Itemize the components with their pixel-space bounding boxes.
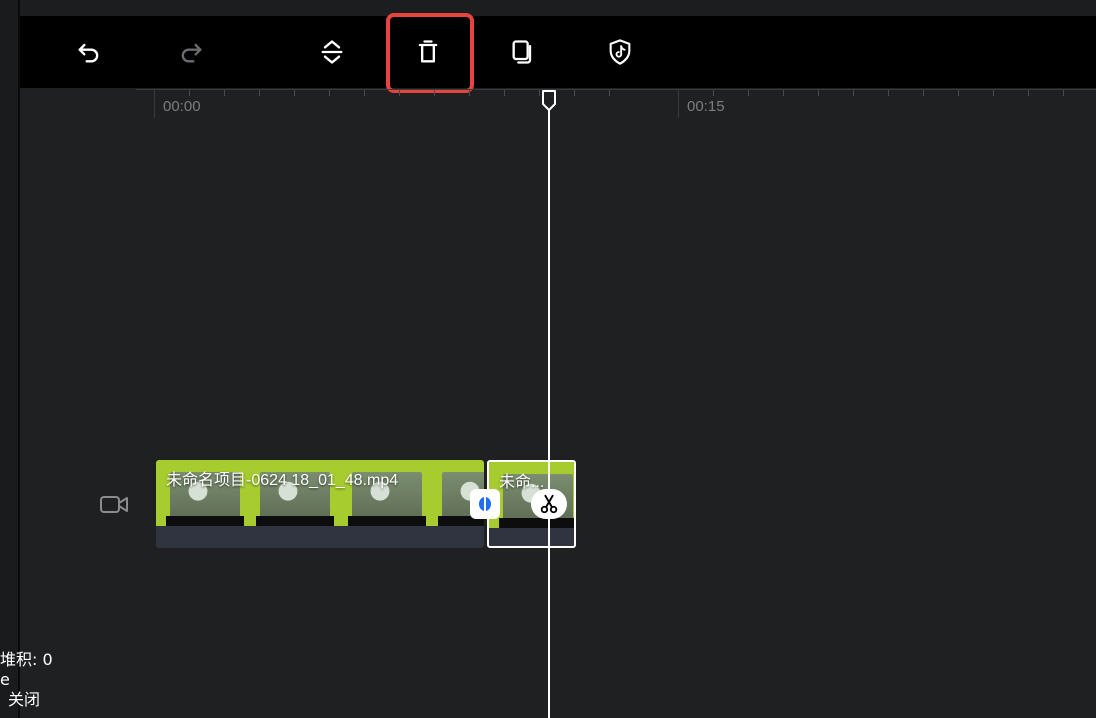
scissors-icon (540, 494, 558, 514)
ruler-tick (434, 90, 435, 96)
ruler-tick (399, 90, 400, 96)
split-button[interactable] (531, 489, 567, 519)
undo-button[interactable] (72, 35, 106, 69)
ruler-major-tick (678, 90, 679, 118)
clip-2-label: 未命... (499, 474, 545, 491)
playhead-handle[interactable] (541, 90, 557, 112)
debug-line-2: e (0, 670, 10, 689)
ruler-tick (574, 90, 575, 96)
ruler-tick (713, 90, 714, 96)
video-clip-1[interactable]: 未命名项目-0624 18_01_48.mp4 (156, 460, 484, 548)
debug-line-1: 堆积: 0 (0, 650, 53, 669)
ruler-baseline (136, 89, 1096, 90)
debug-overlay: 堆积: 0 e 关闭 (0, 650, 53, 710)
ruler-tick (539, 90, 540, 96)
ruler-major-tick (154, 90, 155, 118)
ruler-tick (958, 90, 959, 96)
tiktok-button[interactable] (603, 35, 637, 69)
playhead-line[interactable] (548, 90, 550, 718)
ruler-tick (853, 90, 854, 96)
top-strip (20, 0, 1096, 16)
expand-track-button[interactable] (315, 35, 349, 69)
ruler-label-start: 00:00 (163, 98, 201, 115)
video-camera-icon (100, 496, 128, 513)
expand-collapse-icon (321, 40, 343, 64)
tiktok-shield-icon (609, 39, 631, 65)
clip-1-label: 未命名项目-0624 18_01_48.mp4 (166, 472, 399, 489)
copy-icon (512, 40, 532, 64)
ruler-tick (294, 90, 295, 96)
redo-icon (181, 43, 202, 63)
ruler-tick (993, 90, 994, 96)
redo-button[interactable] (174, 35, 208, 69)
timeline-ruler[interactable]: 00:00 00:15 (136, 88, 1096, 120)
ruler-tick (748, 90, 749, 96)
ruler-tick (329, 90, 330, 96)
ruler-tick (189, 90, 190, 96)
ruler-tick (1028, 90, 1029, 96)
trash-icon (418, 40, 438, 63)
ruler-tick (783, 90, 784, 96)
debug-line-3: 关闭 (8, 690, 41, 709)
transition-icon (479, 497, 491, 511)
ruler-tick (818, 90, 819, 96)
ruler-tick (469, 90, 470, 96)
left-edge-panel (0, 0, 20, 718)
ruler-tick (923, 90, 924, 96)
copy-button[interactable] (506, 35, 540, 69)
edit-toolbar (20, 13, 1096, 93)
transition-button[interactable] (470, 489, 500, 519)
ruler-tick (1063, 90, 1064, 96)
ruler-tick (504, 90, 505, 96)
ruler-tick (364, 90, 365, 96)
ruler-tick (224, 90, 225, 96)
ruler-tick (259, 90, 260, 96)
undo-icon (78, 43, 99, 63)
ruler-label-15s: 00:15 (687, 98, 725, 115)
delete-button[interactable] (411, 35, 445, 69)
ruler-tick (609, 90, 610, 96)
ruler-tick (888, 90, 889, 96)
